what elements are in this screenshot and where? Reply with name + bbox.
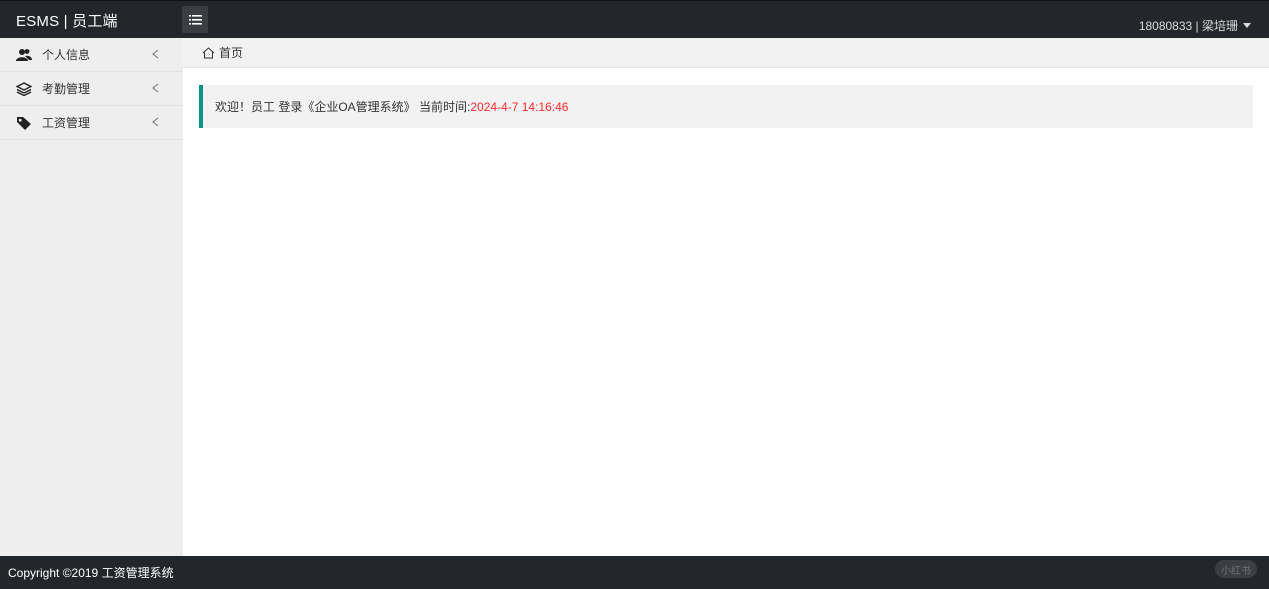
user-name: 18080833 | 梁培珊 [1138, 19, 1238, 33]
menu-toggle-button[interactable] [182, 6, 208, 33]
user-menu[interactable]: 18080833 | 梁培珊 [1139, 17, 1251, 34]
sidebar-item-label: 个人信息 [42, 48, 91, 62]
welcome-text: 欢迎！员工 登录《企业OA管理系统》 当前时间: [215, 100, 471, 114]
sidebar: 个人信息 考勤管理 工资管理 [0, 38, 183, 556]
caret-down-icon [1243, 23, 1251, 28]
sidebar-item-label: 工资管理 [42, 116, 91, 130]
chevron-left-icon [152, 48, 159, 62]
tag-icon [16, 115, 32, 131]
welcome-banner: 欢迎！员工 登录《企业OA管理系统》 当前时间: 2024-4-7 14:16:… [199, 85, 1253, 128]
watermark-badge: 小红书 [1215, 560, 1257, 578]
top-header: ESMS | 员工端 18080833 | 梁培珊 [0, 0, 1269, 38]
main-content: 首页 欢迎！员工 登录《企业OA管理系统》 当前时间: 2024-4-7 14:… [183, 38, 1269, 556]
users-icon [16, 47, 32, 63]
home-icon[interactable] [202, 46, 215, 59]
layers-icon [16, 81, 32, 97]
sidebar-item-label: 考勤管理 [42, 82, 91, 96]
copyright-text: Copyright ©2019 工资管理系统 [8, 566, 174, 580]
footer: Copyright ©2019 工资管理系统 小红书 [0, 556, 1269, 589]
chevron-left-icon [152, 116, 159, 130]
app-title: ESMS | 员工端 [16, 13, 118, 30]
breadcrumb-home-link[interactable]: 首页 [219, 44, 243, 61]
sidebar-item-salary[interactable]: 工资管理 [0, 106, 183, 140]
current-time: 2024-4-7 14:16:46 [470, 99, 569, 114]
chevron-left-icon [152, 82, 159, 96]
breadcrumb: 首页 [183, 38, 1269, 68]
sidebar-item-personal-info[interactable]: 个人信息 [0, 38, 183, 72]
sidebar-item-attendance[interactable]: 考勤管理 [0, 72, 183, 106]
list-icon [188, 14, 202, 25]
